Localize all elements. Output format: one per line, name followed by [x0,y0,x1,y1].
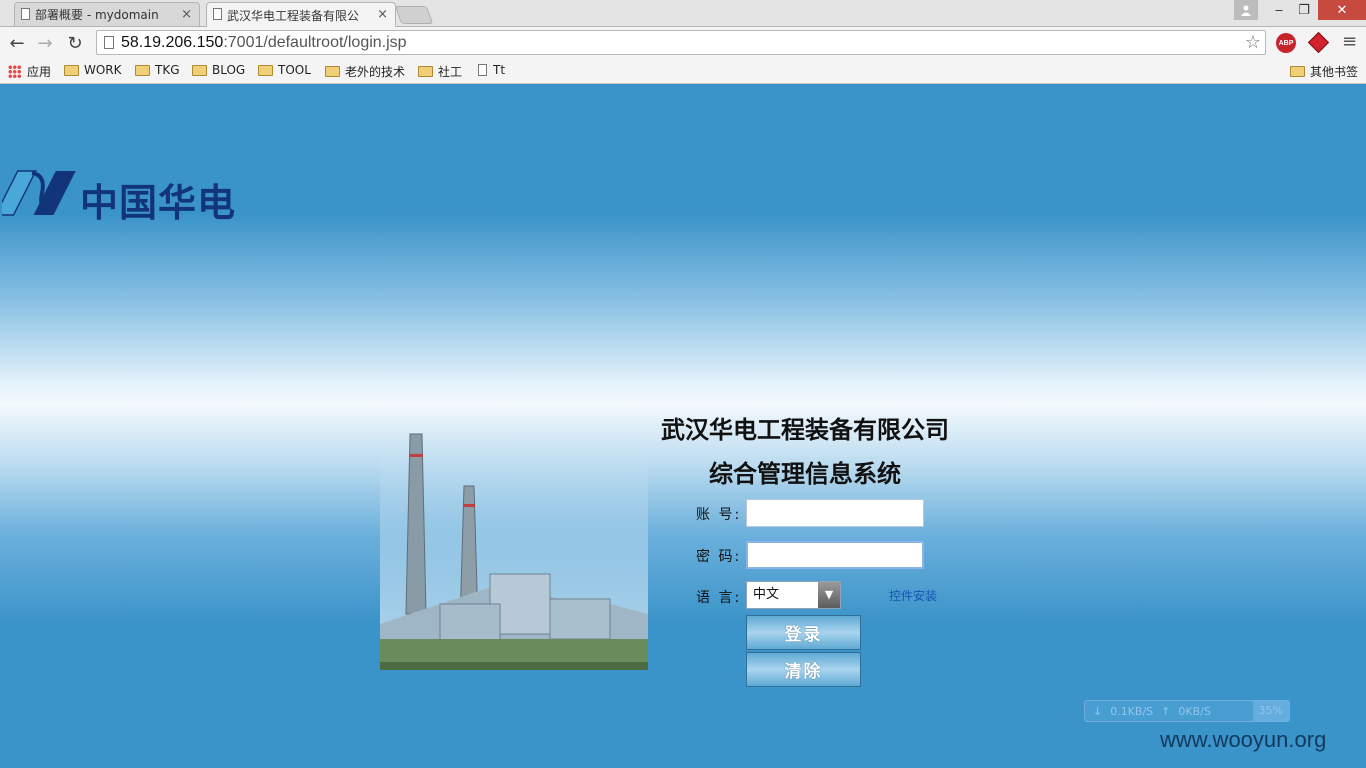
system-title: 综合管理信息系统 [709,460,901,488]
language-label: 语 言: [696,590,742,606]
tab-title: 武汉华电工程装备有限公司 [227,8,359,23]
bookmark-star-icon[interactable]: ☆ [1245,32,1261,53]
bookmarks-bar: 应用 WORK TKG BLOG TOOL 老外的技术 社工 Tt 其他书签 [0,59,1366,84]
download-arrow-icon: ↓ [1093,704,1103,718]
folder-icon [325,66,340,77]
window-close-button[interactable]: ✕ [1318,0,1366,20]
dropdown-arrow-icon[interactable]: ▼ [818,582,840,608]
language-selected: 中文 [753,587,780,602]
account-input[interactable] [746,499,924,527]
tab-login-page[interactable]: 武汉华电工程装备有限公司 × [206,2,396,27]
tab-title: 部署概要 - mydomain - \ [35,8,163,22]
logo-text: 中国华电 [80,181,237,225]
adblock-plus-icon[interactable]: ABP [1276,33,1296,53]
upload-speed: 0KB/S [1178,704,1211,718]
new-tab-button[interactable] [394,6,434,24]
tab-strip: 部署概要 - mydomain - \ × 武汉华电工程装备有限公司 × ‒ ❐… [0,0,1366,27]
folder-icon [192,64,207,76]
address-bar[interactable]: 58.19.206.150:7001/defaultroot/login.jsp… [96,30,1266,55]
power-plant-image [380,424,648,670]
folder-icon [64,64,79,76]
bookmark-work[interactable]: WORK [64,63,122,77]
close-tab-icon[interactable]: × [377,7,388,22]
clear-button[interactable]: 清除 [746,652,861,687]
folder-icon [418,66,433,77]
close-tab-icon[interactable]: × [181,7,192,22]
account-label: 账 号: [696,507,742,523]
password-input[interactable] [746,541,924,569]
bookmark-apps[interactable]: 应用 [8,63,51,80]
tab-deployment-summary[interactable]: 部署概要 - mydomain - \ × [14,2,200,26]
reload-icon[interactable]: ↻ [64,32,86,54]
minimize-button[interactable]: ‒ [1266,0,1292,20]
page-icon [104,36,114,49]
back-icon[interactable]: ← [6,32,28,54]
folder-icon [258,64,273,76]
menu-icon[interactable]: ≡ [1342,31,1357,52]
page-icon [213,8,222,20]
bookmark-social-eng[interactable]: 社工 [418,63,462,80]
upload-arrow-icon: ↑ [1161,704,1171,718]
browser-toolbar: ← → ↻ 58.19.206.150:7001/defaultroot/log… [0,27,1366,59]
url-text: 58.19.206.150:7001/defaultroot/login.jsp [121,34,407,51]
apps-icon [8,65,21,78]
login-button[interactable]: 登录 [746,615,861,650]
usage-percent: 35% [1252,701,1289,721]
extension-icon[interactable] [1307,31,1330,54]
install-control-link[interactable]: 控件安装 [889,587,937,604]
network-speed-widget: ↓ 0.1KB/S ↑ 0KB/S 35% [1084,700,1290,722]
user-icon[interactable] [1234,0,1258,20]
bookmark-tool[interactable]: TOOL [258,63,311,77]
bookmark-foreign-tech[interactable]: 老外的技术 [325,63,405,80]
restore-button[interactable]: ❐ [1292,0,1316,20]
page-icon [21,8,30,20]
company-title: 武汉华电工程装备有限公司 [661,416,949,444]
other-bookmarks[interactable]: 其他书签 [1290,63,1358,80]
download-speed: 0.1KB/S [1110,704,1154,718]
bookmark-tkg[interactable]: TKG [135,63,180,77]
bookmark-blog[interactable]: BLOG [192,63,245,77]
bookmark-tt[interactable]: Tt [478,63,505,77]
folder-icon [1290,66,1305,77]
password-label: 密 码: [696,549,742,565]
language-select[interactable]: 中文 ▼ [746,581,841,609]
login-page: 中国华电 武汉华电工程装备有限公司 综合管理信息系统 账 号: 密 码: 语 言… [0,84,1366,768]
forward-icon[interactable]: → [34,32,56,54]
file-icon [478,64,487,76]
watermark: www.wooyun.org [1160,727,1327,752]
folder-icon [135,64,150,76]
